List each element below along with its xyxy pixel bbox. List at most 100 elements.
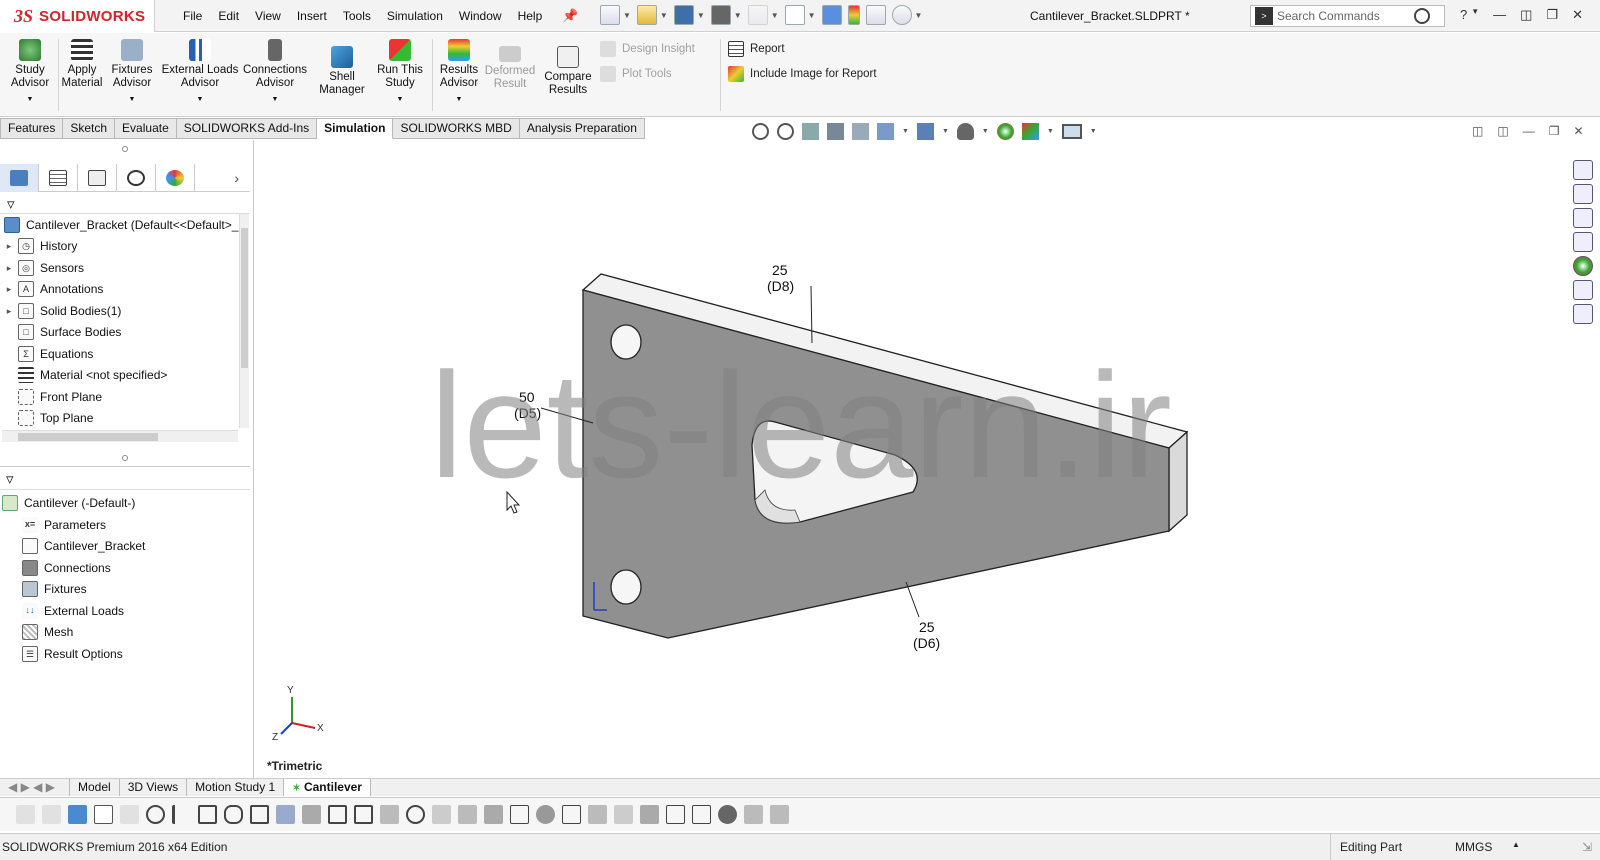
menu-simulation[interactable]: Simulation	[379, 0, 451, 32]
scrollbar-thumb[interactable]	[241, 228, 248, 368]
save-icon[interactable]	[673, 5, 694, 25]
measure-icon[interactable]	[510, 805, 529, 824]
menu-window[interactable]: Window	[451, 0, 510, 32]
view-palette-icon[interactable]	[1573, 232, 1593, 252]
undo-icon[interactable]	[747, 5, 768, 25]
menu-tools[interactable]: Tools	[335, 0, 379, 32]
sim-item-result-options[interactable]: ☰ Result Options	[18, 643, 123, 665]
chevron-down-icon[interactable]: ▼	[160, 93, 240, 106]
search-input[interactable]: Search Commands	[1277, 9, 1414, 23]
appearance-icon[interactable]	[718, 805, 737, 824]
tab-mbd[interactable]: SOLIDWORKS MBD	[393, 118, 520, 139]
chevron-down-icon[interactable]: ▼	[374, 93, 426, 106]
body-icon[interactable]	[250, 805, 269, 824]
plot-tools-button[interactable]: Plot Tools ▼	[600, 66, 739, 82]
chevron-down-icon[interactable]: ▼	[623, 11, 631, 20]
select-filter-icon[interactable]	[68, 805, 87, 824]
deformed-result-button[interactable]: Deformed Result	[484, 46, 536, 91]
report-button[interactable]: Report	[728, 41, 785, 57]
dynamic-annotation-icon[interactable]	[852, 123, 869, 140]
tab-display-manager[interactable]	[156, 164, 195, 192]
tree-item-front-plane[interactable]: Front Plane	[4, 386, 102, 408]
chevron-down-icon[interactable]: ▼	[771, 11, 779, 20]
tab-simulation[interactable]: Simulation	[317, 118, 394, 139]
tab-analysis-preparation[interactable]: Analysis Preparation	[519, 118, 645, 139]
expand-arrow-icon[interactable]: ▸	[4, 241, 14, 252]
chevron-down-icon[interactable]: ▼	[734, 11, 742, 20]
curve-icon[interactable]	[588, 805, 607, 824]
sim-item-connections[interactable]: Connections	[18, 557, 111, 579]
run-this-study-button[interactable]: Run This Study ▼	[374, 39, 426, 106]
zoom-to-fit-icon[interactable]	[752, 123, 769, 140]
panel-expand-arrow[interactable]: ›	[195, 164, 245, 192]
filter-settings-icon[interactable]	[42, 805, 61, 824]
chevron-down-icon[interactable]: ▼	[982, 128, 989, 135]
tab-property-manager[interactable]	[39, 164, 78, 192]
splitter-handle-icon[interactable]	[122, 146, 128, 152]
section-icon[interactable]	[666, 805, 685, 824]
zoom-to-area-icon[interactable]	[777, 123, 794, 140]
chevron-down-icon[interactable]: ▼	[1471, 7, 1479, 23]
fixtures-advisor-button[interactable]: Fixtures Advisor ▼	[110, 39, 154, 106]
check-icon[interactable]	[484, 805, 503, 824]
chevron-down-icon[interactable]: ▼	[1047, 128, 1054, 135]
menu-insert[interactable]: Insert	[289, 0, 335, 32]
restore-icon[interactable]: ❐	[1549, 124, 1560, 138]
study-advisor-button[interactable]: Study Advisor ▼	[8, 39, 52, 106]
dim-d8-name[interactable]: (D8)	[767, 278, 794, 294]
file-properties-icon[interactable]	[865, 5, 886, 25]
chevron-down-icon[interactable]: ▼	[915, 11, 923, 20]
rectangle-icon[interactable]	[198, 805, 217, 824]
appearances-icon[interactable]	[1573, 256, 1593, 276]
previous-view-icon[interactable]	[802, 123, 819, 140]
file-explorer-icon[interactable]	[1573, 208, 1593, 228]
tree-horizontal-scrollbar[interactable]	[2, 430, 238, 442]
image-icon[interactable]	[692, 805, 711, 824]
tree-item-solid-bodies[interactable]: ▸ □ Solid Bodies(1)	[4, 300, 121, 322]
tab-sketch[interactable]: Sketch	[63, 118, 116, 139]
tree-item-history[interactable]: ▸ ◷ History	[4, 235, 77, 257]
options-gear-icon[interactable]	[891, 5, 912, 25]
sim-tree-root[interactable]: Cantilever (-Default-)	[2, 492, 135, 514]
edge-icon[interactable]	[276, 805, 295, 824]
dim-d6-value[interactable]: 25	[919, 619, 935, 635]
dim-d8-value[interactable]: 25	[772, 262, 788, 278]
new-document-icon[interactable]	[600, 5, 620, 25]
split-icon[interactable]	[770, 805, 789, 824]
tree-item-top-plane[interactable]: Top Plane	[4, 407, 93, 429]
view-settings-icon[interactable]	[1061, 124, 1082, 139]
dimension-icon[interactable]	[432, 805, 451, 824]
tree-vertical-scrollbar[interactable]	[239, 214, 249, 428]
tile-windows-icon[interactable]: ◫	[1520, 7, 1532, 23]
filter-toggle-icon[interactable]	[120, 805, 139, 824]
tab-features[interactable]: Features	[0, 118, 64, 139]
tab-addins[interactable]: SOLIDWORKS Add-Ins	[176, 118, 318, 139]
splitter-handle-icon[interactable]	[122, 455, 128, 461]
minimize-icon[interactable]: —	[1523, 124, 1535, 138]
apply-material-button[interactable]: Apply Material	[60, 39, 104, 90]
tab-evaluate[interactable]: Evaluate	[115, 118, 177, 139]
feature-filter-bar[interactable]: ▿	[0, 192, 250, 214]
mirror-icon[interactable]	[744, 805, 763, 824]
point-icon[interactable]	[146, 805, 165, 824]
sim-filter-bar[interactable]: ▿	[0, 466, 250, 490]
collapse-right-icon[interactable]: ◫	[1497, 124, 1508, 138]
chevron-down-icon[interactable]: ▼	[660, 11, 668, 20]
shell-manager-button[interactable]: Shell Manager	[316, 46, 368, 97]
collapse-left-icon[interactable]: ◫	[1472, 124, 1483, 138]
view-orientation-icon[interactable]	[877, 123, 894, 140]
edit-appearance-icon[interactable]	[996, 123, 1014, 140]
sketch-segment-icon[interactable]	[328, 805, 347, 824]
search-icon[interactable]	[1414, 8, 1430, 24]
chevron-down-icon[interactable]: ▼	[808, 11, 816, 20]
design-insight-button[interactable]: Design Insight	[600, 41, 695, 57]
unit-system[interactable]: MMGS	[1455, 840, 1492, 854]
menu-file[interactable]: File	[175, 0, 210, 32]
sim-item-parameters[interactable]: x= Parameters	[18, 514, 106, 536]
restore-icon[interactable]: ❐	[1546, 7, 1558, 23]
section-view-icon[interactable]	[827, 123, 844, 140]
chevron-down-icon[interactable]: ▼	[1090, 128, 1097, 135]
tree-item-annotations[interactable]: ▸ A Annotations	[4, 278, 103, 300]
tab-cantilever-study[interactable]: ✶ Cantilever	[284, 779, 371, 796]
reference-geometry-icon[interactable]	[458, 805, 477, 824]
